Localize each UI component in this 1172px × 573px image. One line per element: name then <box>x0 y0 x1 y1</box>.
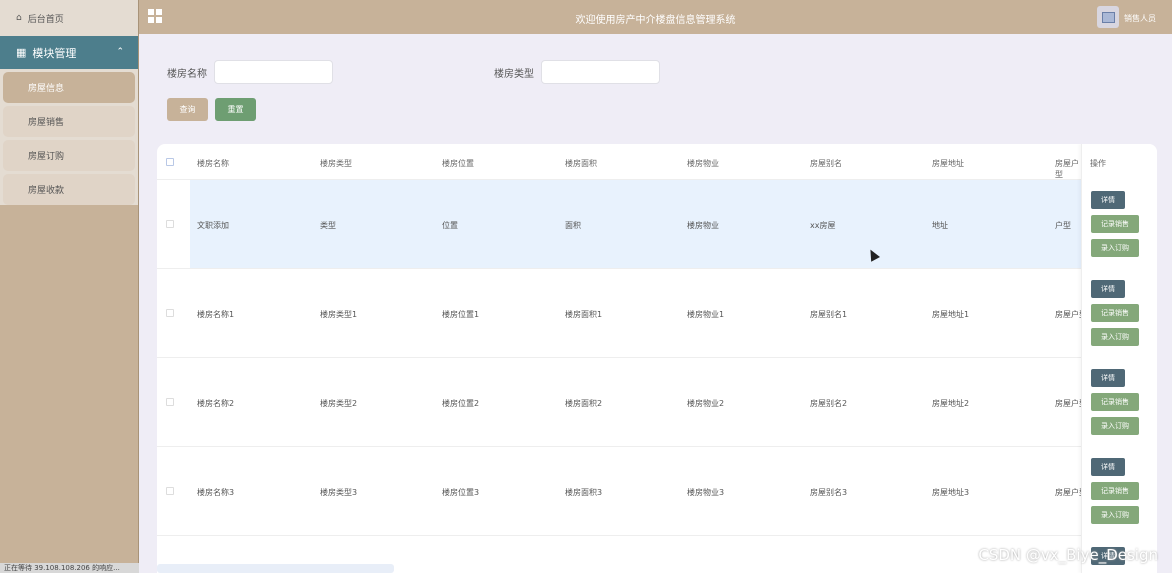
column-header: 楼房类型 <box>320 159 352 168</box>
search-type-input[interactable] <box>541 60 660 84</box>
column-header: 楼房物业 <box>687 159 719 168</box>
sidebar-module-label: 模块管理 <box>32 46 77 60</box>
record-sale-button[interactable]: 记录销售 <box>1091 304 1139 322</box>
table-row[interactable]: 文职添加 类型 位置 面积 楼房物业 xx房屋 地址 户型 <box>157 180 1157 269</box>
table-row[interactable]: 楼房名称2 楼房类型2 楼房位置2 楼房面积2 楼房物业2 房屋别名2 房屋地址… <box>157 358 1157 447</box>
avatar[interactable] <box>1097 6 1119 28</box>
table-cell: 房屋别名1 <box>810 310 848 319</box>
table-cell: 房屋地址2 <box>932 399 970 408</box>
reset-button[interactable]: 重置 <box>215 98 256 121</box>
table-cell: 楼房物业 <box>687 221 719 230</box>
detail-button[interactable]: 详情 <box>1091 191 1125 209</box>
chevron-up-icon: ⌃ <box>116 47 124 57</box>
sidebar-item-label: 房屋信息 <box>28 84 65 94</box>
table-cell: 类型 <box>320 221 336 230</box>
table-cell: 楼房名称2 <box>197 399 235 408</box>
table-cell: 楼房名称3 <box>197 488 235 497</box>
row-checkbox[interactable] <box>166 220 174 228</box>
table-cell: 房屋别名3 <box>810 488 848 497</box>
sidebar-item-house-info[interactable]: 房屋信息 <box>3 72 135 103</box>
record-sale-button[interactable]: 记录销售 <box>1091 393 1139 411</box>
table-cell: 文职添加 <box>197 221 229 230</box>
table-cell: 房屋地址3 <box>932 488 970 497</box>
table-cell: 楼房物业1 <box>687 310 725 319</box>
table-cell: xx房屋 <box>810 221 836 230</box>
table-cell: 房屋户型3 <box>1055 488 1081 497</box>
table-cell: 楼房类型1 <box>320 310 358 319</box>
column-header: 操作 <box>1090 159 1106 168</box>
browser-status-bar: 正在等待 39.108.108.206 的响应... <box>0 563 139 573</box>
table-cell: 楼房物业2 <box>687 399 725 408</box>
enter-order-button[interactable]: 录入订购 <box>1091 506 1139 524</box>
sidebar-module-header[interactable]: ▦ 模块管理 ⌃ <box>0 36 138 69</box>
image-icon <box>1101 11 1115 23</box>
table-row[interactable]: 楼房名称1 楼房类型1 楼房位置1 楼房面积1 楼房物业1 房屋别名1 房屋地址… <box>157 269 1157 358</box>
sidebar-item-house-sales[interactable]: 房屋销售 <box>3 106 135 137</box>
table-cell: 楼房位置1 <box>442 310 480 319</box>
table-header: 楼房名称 楼房类型 楼房位置 楼房面积 楼房物业 房屋别名 房屋地址 房屋户型 <box>157 144 1157 180</box>
record-sale-button[interactable]: 记录销售 <box>1091 482 1139 500</box>
search-name-label: 楼房名称 <box>167 69 207 80</box>
detail-button[interactable]: 详情 <box>1091 280 1125 298</box>
table-cell: 房屋地址1 <box>932 310 970 319</box>
sidebar-item-house-order[interactable]: 房屋订购 <box>3 140 135 171</box>
column-header: 房屋地址 <box>932 159 964 168</box>
watermark: CSDN @vx_Biye_Design <box>978 546 1158 564</box>
table-cell: 楼房类型3 <box>320 488 358 497</box>
table-cell: 户型 <box>1055 221 1071 230</box>
record-sale-button[interactable]: 记录销售 <box>1091 215 1139 233</box>
table-cell: 楼房位置2 <box>442 399 480 408</box>
operations-column: 操作 详情 记录销售 录入订购 详情 记录销售 录入订购 详情 记录销售 录入订… <box>1081 144 1157 573</box>
row-checkbox[interactable] <box>166 487 174 495</box>
search-type-label: 楼房类型 <box>494 69 534 80</box>
sidebar-item-label: 房屋订购 <box>28 152 65 162</box>
column-header: 房屋别名 <box>810 159 842 168</box>
table-cell: 楼房面积1 <box>565 310 603 319</box>
table-cell: 楼房位置3 <box>442 488 480 497</box>
table-cell: 面积 <box>565 221 581 230</box>
table-cell: 楼房类型2 <box>320 399 358 408</box>
user-name[interactable]: 销售人员 <box>1124 13 1156 24</box>
top-bar: 欢迎使用房产中介楼盘信息管理系统 销售人员 <box>139 0 1172 34</box>
grid-icon: ▦ <box>16 46 27 59</box>
sidebar-home[interactable]: ⌂ 后台首页 <box>0 0 138 36</box>
search-name-input[interactable] <box>214 60 333 84</box>
table-cell: 楼房面积2 <box>565 399 603 408</box>
sidebar: ⌂ 后台首页 ▦ 模块管理 ⌃ 房屋信息 房屋销售 房屋订购 房屋收款 正在等待… <box>0 0 139 573</box>
query-button[interactable]: 查询 <box>167 98 208 121</box>
select-all-checkbox[interactable] <box>166 158 174 166</box>
column-header: 房屋户型 <box>1055 159 1079 179</box>
home-icon: ⌂ <box>16 13 22 23</box>
column-header: 楼房面积 <box>565 159 597 168</box>
row-checkbox[interactable] <box>166 398 174 406</box>
sidebar-submenu: 房屋信息 房屋销售 房屋订购 房屋收款 <box>0 69 138 205</box>
row-checkbox[interactable] <box>166 309 174 317</box>
sidebar-item-label: 房屋收款 <box>28 186 65 196</box>
table-cell: 楼房面积3 <box>565 488 603 497</box>
table-cell: 房屋户型2 <box>1055 399 1081 408</box>
main-content: 楼房名称 楼房类型 查询 重置 楼房名称 楼房类型 楼房位置 楼房面积 楼房物业… <box>139 34 1172 573</box>
enter-order-button[interactable]: 录入订购 <box>1091 328 1139 346</box>
detail-button[interactable]: 详情 <box>1091 369 1125 387</box>
detail-button[interactable]: 详情 <box>1091 458 1125 476</box>
enter-order-button[interactable]: 录入订购 <box>1091 417 1139 435</box>
page-title: 欢迎使用房产中介楼盘信息管理系统 <box>575 15 736 26</box>
table-cell: 位置 <box>442 221 458 230</box>
sidebar-item-house-payment[interactable]: 房屋收款 <box>3 174 135 205</box>
sidebar-home-label: 后台首页 <box>27 14 64 25</box>
column-header: 楼房名称 <box>197 159 229 168</box>
sidebar-item-label: 房屋销售 <box>28 118 65 128</box>
table-cell: 楼房物业3 <box>687 488 725 497</box>
table-cell: 房屋别名2 <box>810 399 848 408</box>
enter-order-button[interactable]: 录入订购 <box>1091 239 1139 257</box>
table-cell: 地址 <box>932 221 948 230</box>
table-row[interactable]: 楼房名称3 楼房类型3 楼房位置3 楼房面积3 楼房物业3 房屋别名3 房屋地址… <box>157 447 1157 536</box>
horizontal-scrollbar[interactable] <box>157 564 394 573</box>
table-cell: 房屋户型1 <box>1055 310 1081 319</box>
column-header: 楼房位置 <box>442 159 474 168</box>
data-table: 楼房名称 楼房类型 楼房位置 楼房面积 楼房物业 房屋别名 房屋地址 房屋户型 … <box>157 144 1157 573</box>
table-cell: 楼房名称1 <box>197 310 235 319</box>
